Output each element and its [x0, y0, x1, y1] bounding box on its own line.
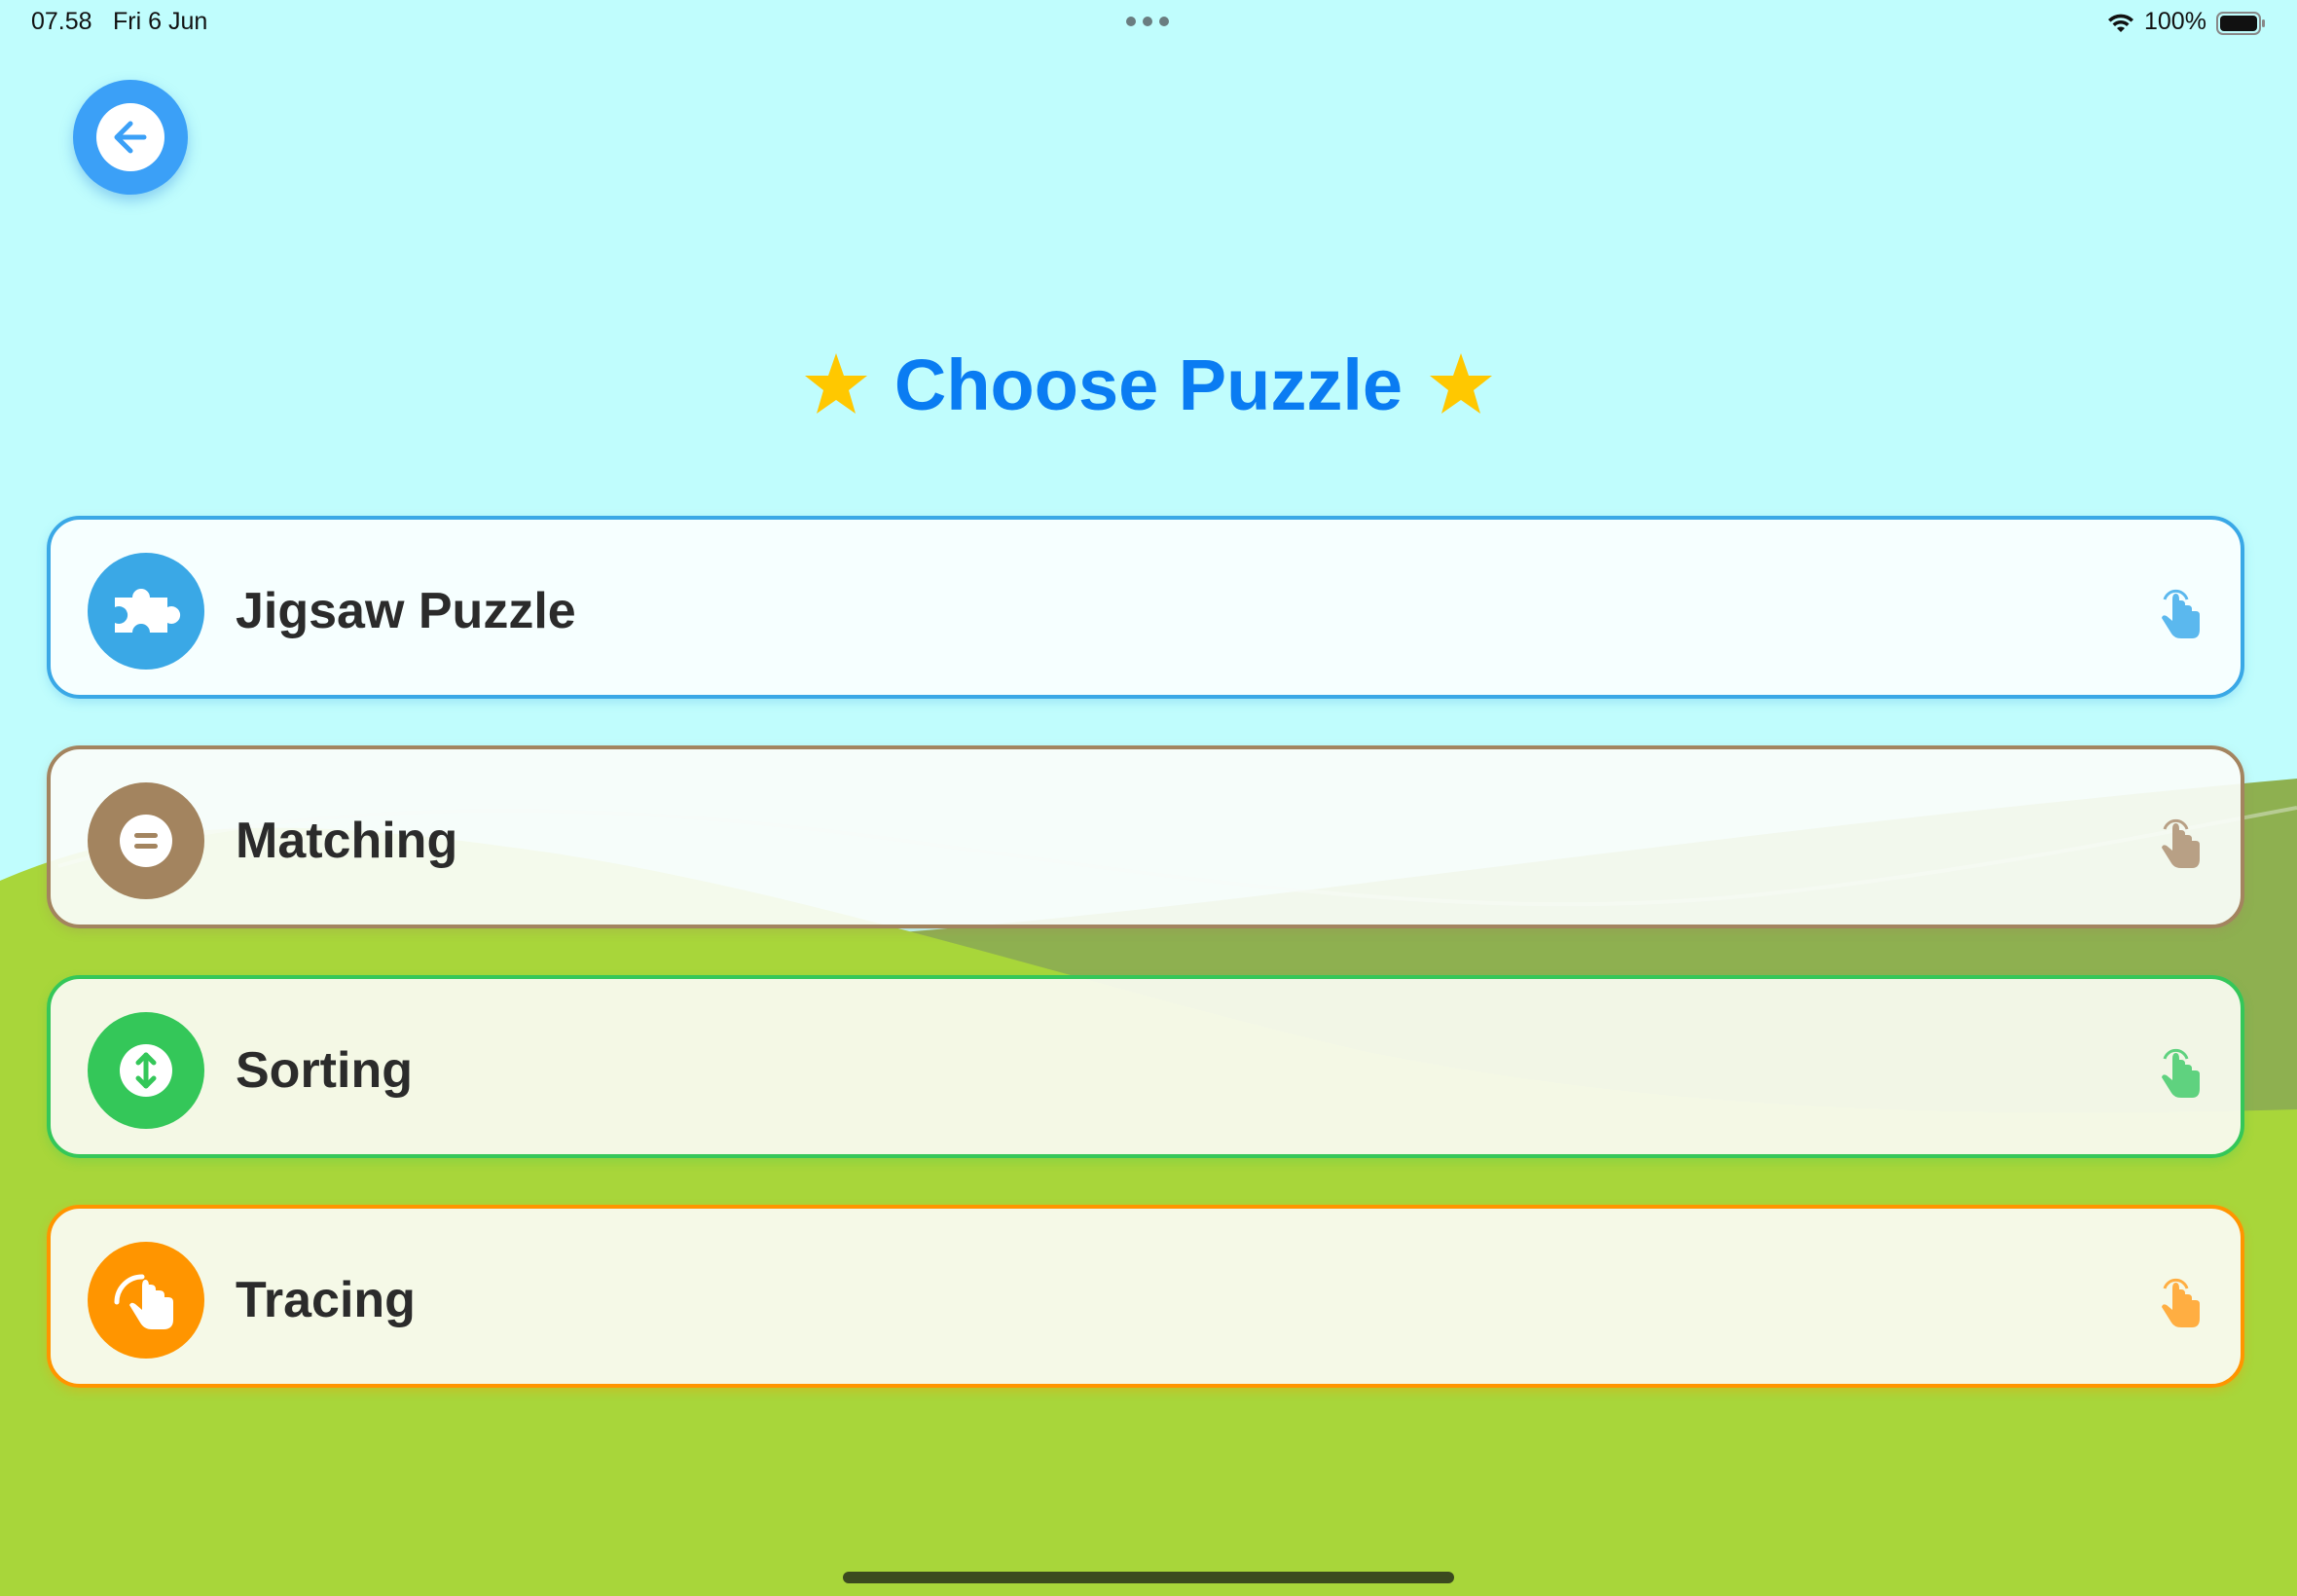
puzzle-option-label: Sorting	[236, 1042, 413, 1099]
hand-tap-icon	[88, 1242, 204, 1359]
puzzle-option-jigsaw[interactable]: Jigsaw Puzzle	[47, 516, 2244, 699]
up-down-arrow-icon	[88, 1012, 204, 1129]
star-icon	[804, 353, 867, 414]
star-icon	[1430, 353, 1493, 414]
multitasking-dots-icon[interactable]	[1126, 17, 1171, 28]
hand-tap-icon	[2162, 1279, 2200, 1327]
hand-tap-icon	[2162, 819, 2200, 868]
puzzle-piece-icon	[88, 553, 204, 670]
battery-icon	[2216, 12, 2265, 35]
back-button[interactable]	[73, 80, 188, 195]
wifi-icon	[2108, 14, 2133, 32]
battery-percentage: 100%	[2144, 8, 2206, 35]
arrow-left-icon	[114, 121, 147, 154]
puzzle-option-matching[interactable]: Matching	[47, 745, 2244, 928]
title-row: Choose Puzzle	[0, 331, 2297, 438]
puzzle-option-label: Tracing	[236, 1272, 416, 1328]
hand-tap-icon	[2162, 590, 2200, 638]
back-button-inner	[96, 103, 164, 171]
hand-tap-icon	[2162, 1049, 2200, 1098]
status-bar: 07.58 Fri 6 Jun 100%	[0, 0, 2297, 47]
puzzle-option-label: Jigsaw Puzzle	[236, 583, 576, 639]
puzzle-option-label: Matching	[236, 813, 458, 869]
status-time: 07.58	[31, 8, 92, 35]
home-indicator[interactable]	[843, 1572, 1454, 1583]
status-date: Fri 6 Jun	[113, 8, 208, 35]
equals-icon	[88, 782, 204, 899]
puzzle-option-sorting[interactable]: Sorting	[47, 975, 2244, 1158]
puzzle-option-tracing[interactable]: Tracing	[47, 1205, 2244, 1388]
page-title: Choose Puzzle	[893, 344, 1404, 425]
